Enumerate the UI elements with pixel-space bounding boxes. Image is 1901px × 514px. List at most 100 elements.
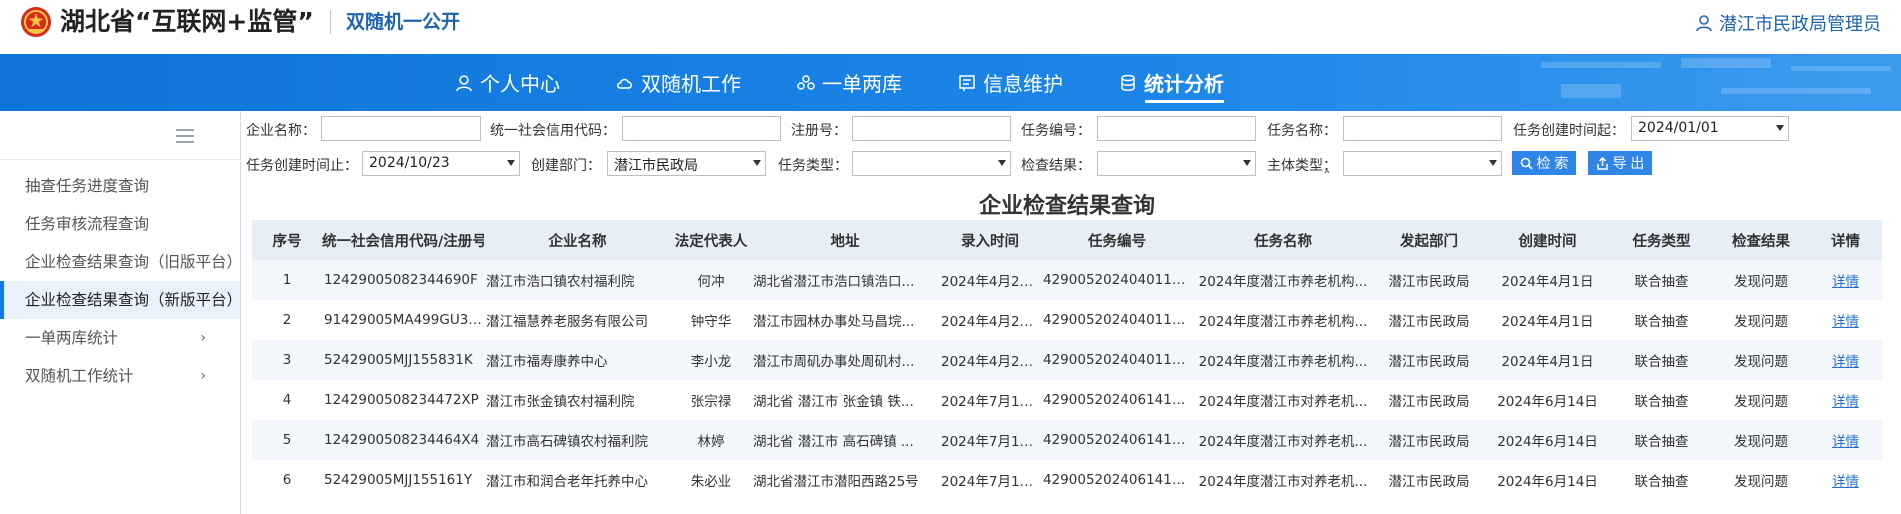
cell-entry-time: 2024年7月11日: [939, 460, 1041, 500]
sidebar-item-list-stats[interactable]: 一单两库统计 ›: [0, 319, 240, 357]
created-from-label: 任务创建时间起：: [1513, 123, 1625, 139]
user-icon: [1696, 15, 1712, 32]
task-type-label: 任务类型：: [778, 158, 848, 174]
header-col-index: 序号: [252, 220, 322, 260]
cell-result: 发现问题: [1713, 460, 1809, 500]
header-col-address: 地址: [751, 220, 939, 260]
cell-company-name: 潜江市福寿康养中心: [484, 340, 671, 380]
cell-task-no: 429005202406141138: [1041, 460, 1193, 500]
nav-label: 个人中心: [480, 72, 560, 96]
cell-task-name: 2024年度潜江市对养老机...: [1193, 380, 1373, 420]
created-to-select[interactable]: 2024/10/23: [362, 151, 520, 176]
cell-dept: 潜江市民政局: [1373, 380, 1485, 420]
reg-no-input[interactable]: [852, 116, 1011, 141]
dropdown-arrow-icon: [753, 160, 761, 166]
search-button-label: 检 索: [1536, 155, 1569, 171]
cell-task-no: 429005202406141138: [1041, 420, 1193, 460]
cell-create-time: 2024年6月14日: [1485, 460, 1610, 500]
sidebar-item-result-new[interactable]: 企业检查结果查询（新版平台）: [0, 281, 240, 319]
cell-address: 湖北省 潜江市 张金镇 铁...: [751, 380, 939, 420]
created-from-select[interactable]: 2024/01/01: [1631, 116, 1789, 141]
database-icon: [1121, 74, 1135, 91]
credit-code-input[interactable]: [622, 116, 781, 141]
table-row: 1 12429005082344690F 潜江市浩口镇农村福利院 何冲 湖北省潜江市浩口…: [252, 260, 1882, 300]
cell-result: 发现问题: [1713, 420, 1809, 460]
page-title: 企业检查结果查询: [978, 194, 1155, 219]
detail-link[interactable]: 详情: [1809, 260, 1882, 300]
result-label: 检查结果：: [1021, 158, 1091, 174]
task-no-input[interactable]: [1097, 116, 1256, 141]
cell-credit-code: 12429005082344690F: [322, 260, 484, 300]
cell-task-type: 联合抽查: [1610, 380, 1713, 420]
dept-label: 创建部门：: [531, 158, 601, 174]
cell-entry-time: 2024年7月11日: [939, 420, 1041, 460]
task-type-select[interactable]: [852, 151, 1011, 176]
nav-one-list-two-libs[interactable]: 一单两库: [797, 54, 902, 111]
export-button[interactable]: 导 出: [1588, 151, 1652, 175]
detail-link[interactable]: 详情: [1809, 340, 1882, 380]
task-name-input[interactable]: [1343, 116, 1502, 141]
cell-credit-code: 1242900508234464X4: [322, 420, 484, 460]
result-select[interactable]: [1097, 151, 1256, 176]
cell-task-type: 联合抽查: [1610, 300, 1713, 340]
header-col-create-time: 创建时间: [1485, 220, 1610, 260]
select-value: 2024/01/01: [1638, 120, 1719, 136]
dropdown-arrow-icon: [1243, 160, 1251, 166]
sidebar-item-label: 企业检查结果查询（新版平台）: [25, 291, 240, 309]
cell-company-name: 潜江市高石碑镇农村福利院: [484, 420, 671, 460]
detail-link[interactable]: 详情: [1809, 460, 1882, 500]
nav-info-maintenance[interactable]: 信息维护: [958, 54, 1063, 111]
cell-address: 潜江市园林办事处马昌垸...: [751, 300, 939, 340]
subject-type-select[interactable]: [1343, 151, 1502, 176]
cell-legal-rep: 何冲: [671, 260, 751, 300]
sidebar-item-result-old[interactable]: 企业检查结果查询（旧版平台）: [0, 243, 240, 281]
group-icon: [797, 74, 815, 90]
dept-select[interactable]: 潜江市民政局: [607, 151, 766, 176]
cell-entry-time: 2024年4月24日: [939, 300, 1041, 340]
main-nav: 个人中心 双随机工作 一单两库 信息维护 统计分析: [0, 54, 1901, 111]
chevron-right-icon: ›: [200, 368, 206, 384]
search-button[interactable]: 检 索: [1512, 151, 1576, 175]
cell-legal-rep: 张宗禄: [671, 380, 751, 420]
hamburger-menu-icon[interactable]: [176, 129, 194, 143]
cell-address: 湖北省 潜江市 高石碑镇 ...: [751, 420, 939, 460]
cell-create-time: 2024年6月14日: [1485, 380, 1610, 420]
reg-no-label: 注册号：: [791, 123, 847, 139]
results-table: 序号 统一社会信用代码/注册号 企业名称 法定代表人 地址 录入时间 任务编号 任务名称 发起部…: [252, 220, 1882, 500]
dropdown-arrow-icon: [507, 160, 515, 166]
cell-index: 5: [252, 420, 322, 460]
collapse-caret-icon[interactable]: ⌃: [1322, 168, 1332, 182]
cell-dept: 潜江市民政局: [1373, 420, 1485, 460]
header-col-result: 检查结果: [1713, 220, 1809, 260]
company-name-label: 企业名称：: [246, 123, 316, 139]
company-name-input[interactable]: [321, 116, 481, 141]
detail-link[interactable]: 详情: [1809, 300, 1882, 340]
nav-personal-center[interactable]: 个人中心: [455, 54, 560, 111]
cell-legal-rep: 林婷: [671, 420, 751, 460]
sidebar-item-random-stats[interactable]: 双随机工作统计 ›: [0, 357, 240, 395]
nav-label: 双随机工作: [641, 72, 741, 96]
dropdown-arrow-icon: [998, 160, 1006, 166]
table-header-row: 序号 统一社会信用代码/注册号 企业名称 法定代表人 地址 录入时间 任务编号 任务名称 发起部…: [252, 220, 1882, 260]
header-col-task-no: 任务编号: [1041, 220, 1193, 260]
cell-dept: 潜江市民政局: [1373, 460, 1485, 500]
nav-double-random[interactable]: 双随机工作: [616, 54, 741, 111]
title-divider: [330, 10, 331, 34]
dropdown-arrow-icon: [1489, 160, 1497, 166]
cell-credit-code: 52429005MJJ155831K: [322, 340, 484, 380]
cell-legal-rep: 李小龙: [671, 340, 751, 380]
user-menu[interactable]: 潜江市民政局管理员: [1695, 10, 1881, 36]
created-to-label: 任务创建时间止：: [246, 158, 358, 174]
nav-statistics[interactable]: 统计分析: [1119, 54, 1224, 111]
sidebar-item-label: 双随机工作统计: [25, 367, 134, 385]
cell-task-name: 2024年度潜江市养老机构...: [1193, 340, 1373, 380]
cell-legal-rep: 朱必业: [671, 460, 751, 500]
cell-entry-time: 2024年4月24日: [939, 340, 1041, 380]
detail-link[interactable]: 详情: [1809, 380, 1882, 420]
cell-address: 潜江市周矶办事处周矶村...: [751, 340, 939, 380]
detail-link[interactable]: 详情: [1809, 420, 1882, 460]
cell-entry-time: 2024年4月24日: [939, 260, 1041, 300]
task-no-label: 任务编号：: [1021, 123, 1091, 139]
cell-company-name: 潜江市张金镇农村福利院: [484, 380, 671, 420]
cloud-icon: [617, 78, 632, 89]
